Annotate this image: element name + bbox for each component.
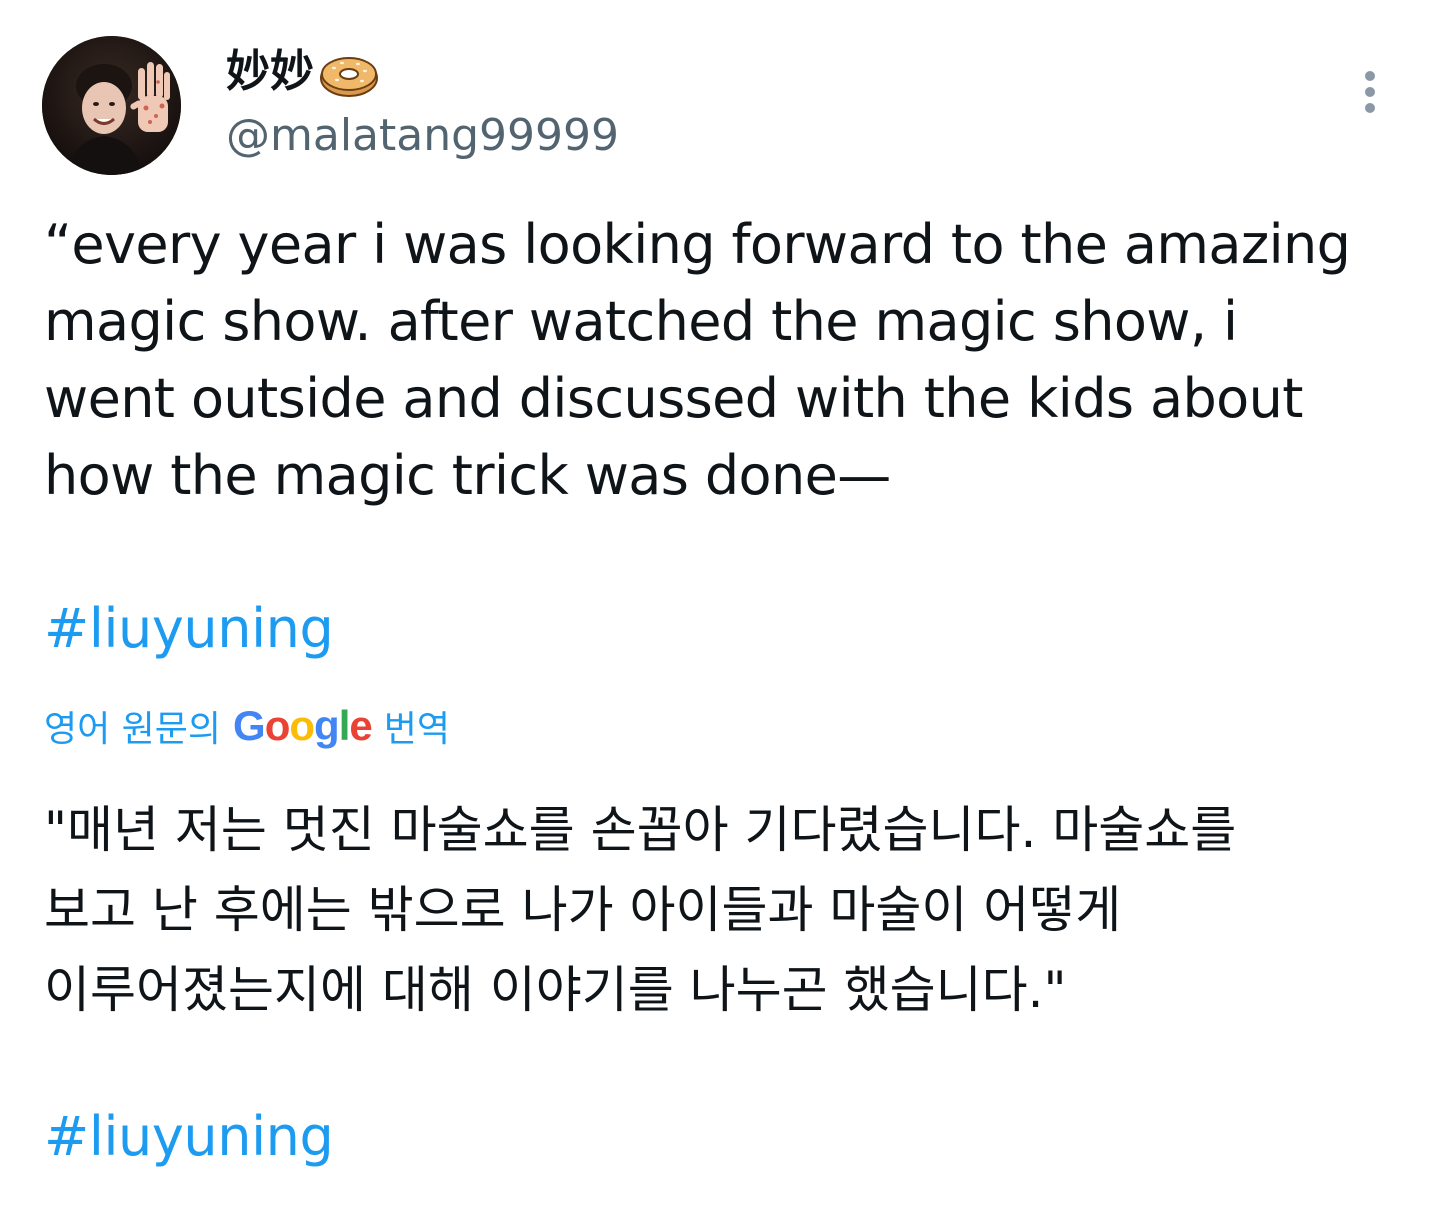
translated-hashtag-link[interactable]: #liuyuning (44, 1102, 334, 1172)
profile-avatar (42, 36, 181, 175)
tweet-text: “every year i was looking forward to the… (44, 213, 1351, 507)
translation-attribution[interactable]: 영어 원문의 Google 번역 (44, 698, 450, 754)
more-vertical-icon-dot (1365, 87, 1375, 97)
more-vertical-icon (1365, 71, 1375, 81)
avatar[interactable] (42, 36, 181, 175)
bagel-icon (318, 44, 380, 100)
more-vertical-icon-dot (1365, 103, 1375, 113)
author-name-row[interactable]: 妙妙 (226, 42, 380, 102)
tweet: 妙妙 @malatang99999 “every year i was look… (0, 0, 1440, 1222)
translation-prefix: 영어 원문의 (44, 709, 222, 750)
more-options-button[interactable] (1344, 62, 1396, 122)
translation-suffix: 번역 (383, 709, 450, 750)
hashtag-link[interactable]: #liuyuning (44, 594, 334, 664)
google-logo: Google (233, 702, 373, 749)
author-handle[interactable]: @malatang99999 (226, 106, 619, 166)
display-name[interactable]: 妙妙 (226, 42, 314, 102)
translated-text: "매년 저는 멋진 마술쇼를 손꼽아 기다렸습니다. 마술쇼를 보고 난 후에는… (44, 801, 1237, 1019)
